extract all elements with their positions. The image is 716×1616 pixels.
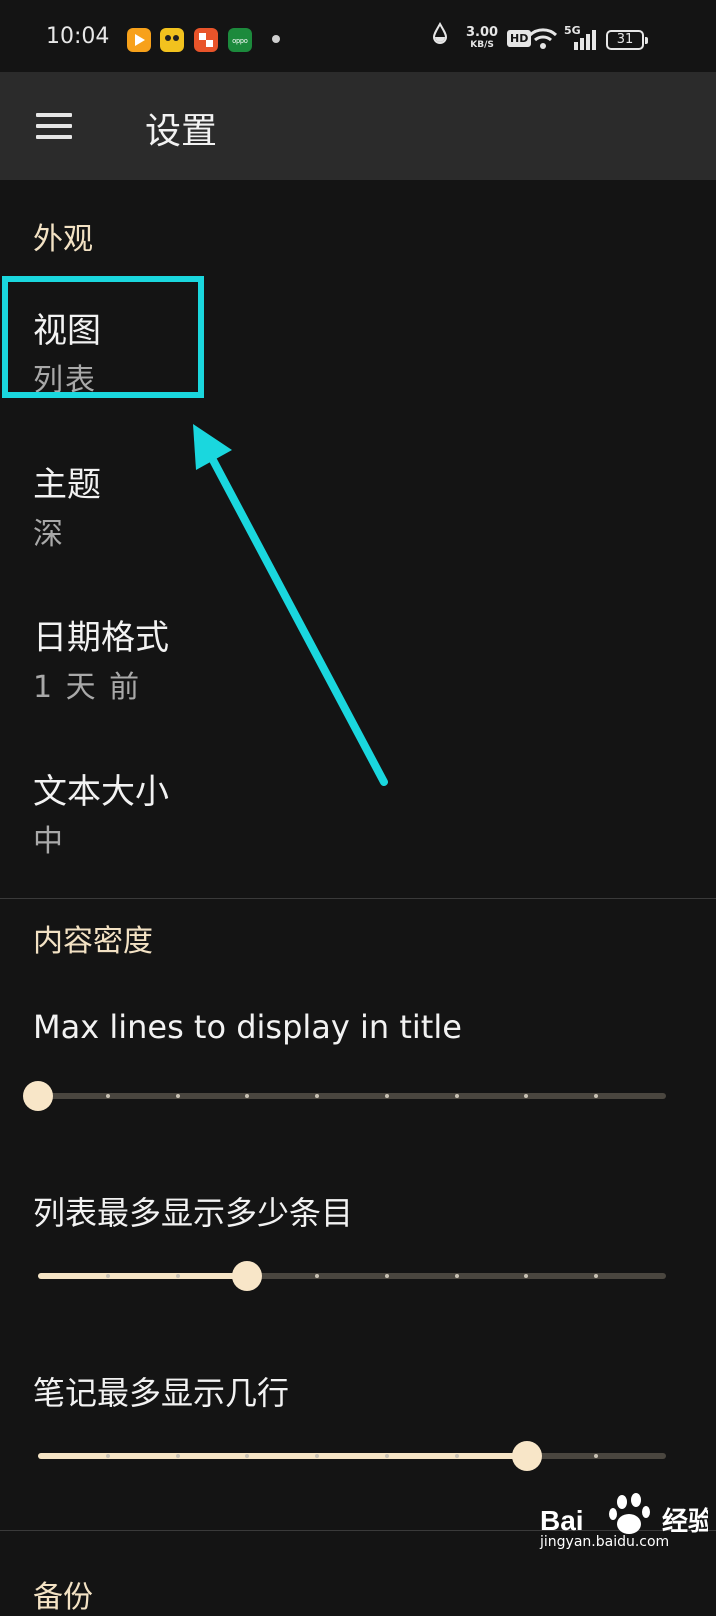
page-title: 设置	[145, 111, 218, 152]
slider-tick	[384, 1454, 389, 1458]
pref-date-format-title: 日期格式	[33, 618, 169, 658]
slider-track	[38, 1093, 666, 1099]
slider-tick	[175, 1274, 180, 1278]
menu-icon[interactable]	[30, 102, 78, 150]
network-speed-unit: KB/S	[470, 40, 494, 50]
video-app-icon	[127, 28, 151, 52]
slider-tick	[175, 1454, 180, 1458]
slider-tick	[105, 1094, 110, 1098]
slider-tick	[105, 1274, 110, 1278]
slider-tick	[454, 1094, 459, 1098]
pref-theme-title: 主题	[33, 465, 101, 505]
section-header-content-density: 内容密度	[33, 924, 153, 959]
app-toolbar: 设置	[0, 72, 716, 180]
pref-text-size[interactable]: 文本大小 中	[0, 764, 716, 914]
game-app-icon	[160, 28, 184, 52]
slider-tick	[454, 1454, 459, 1458]
section-header-appearance: 外观	[33, 222, 93, 257]
slider-thumb[interactable]	[232, 1261, 263, 1291]
status-bar: 10:04 oppo 3.00 KB/S HD 5G 31	[0, 0, 716, 72]
checker-app-icon	[194, 28, 218, 52]
slider-tick	[454, 1274, 459, 1278]
network-speed-value: 3.00	[466, 25, 499, 40]
slider-fill	[38, 1453, 527, 1459]
slider-tick	[105, 1454, 110, 1458]
slider-thumb[interactable]	[511, 1441, 542, 1471]
slider-fill	[38, 1273, 248, 1279]
slider-note-lines[interactable]	[38, 1441, 666, 1471]
slider-title-note-lines: 笔记最多显示几行	[33, 1374, 290, 1412]
pref-theme-summary: 深	[33, 517, 65, 552]
svg-text:Bai: Bai	[540, 1505, 584, 1536]
section-header-backup: 备份	[33, 1580, 93, 1615]
slider-title-list-items: 列表最多显示多少条目	[33, 1194, 354, 1232]
battery-icon: 31	[606, 30, 648, 50]
oppo-app-icon: oppo	[228, 28, 252, 52]
slider-title-max-lines-title: Max lines to display in title	[33, 1008, 462, 1046]
notification-dot	[272, 35, 280, 43]
pref-text-size-title: 文本大小	[33, 772, 169, 812]
wifi-icon	[528, 28, 558, 49]
slider-max-lines-title[interactable]	[23, 1081, 666, 1111]
svg-text:经验: 经验	[662, 1506, 708, 1537]
section-divider	[0, 898, 716, 899]
signal-icon: 5G	[564, 24, 598, 52]
slider-list-items[interactable]	[38, 1261, 666, 1291]
pref-text-size-summary: 中	[33, 824, 65, 859]
svg-text:oppo: oppo	[232, 38, 248, 45]
slider-tick	[384, 1094, 389, 1098]
slider-tick	[175, 1094, 180, 1098]
slider-tick	[384, 1274, 389, 1278]
watermark-url: jingyan.baidu.com	[540, 1534, 670, 1550]
annotation-highlight-box	[2, 276, 204, 398]
network-speed: 3.00 KB/S	[466, 26, 498, 52]
pref-theme[interactable]: 主题 深	[0, 457, 716, 607]
status-time: 10:04	[46, 24, 110, 49]
pref-date-format-summary: 1 天 前	[33, 670, 142, 705]
pref-date-format[interactable]: 日期格式 1 天 前	[0, 610, 716, 760]
data-saver-icon	[432, 22, 448, 44]
slider-thumb[interactable]	[23, 1081, 53, 1111]
